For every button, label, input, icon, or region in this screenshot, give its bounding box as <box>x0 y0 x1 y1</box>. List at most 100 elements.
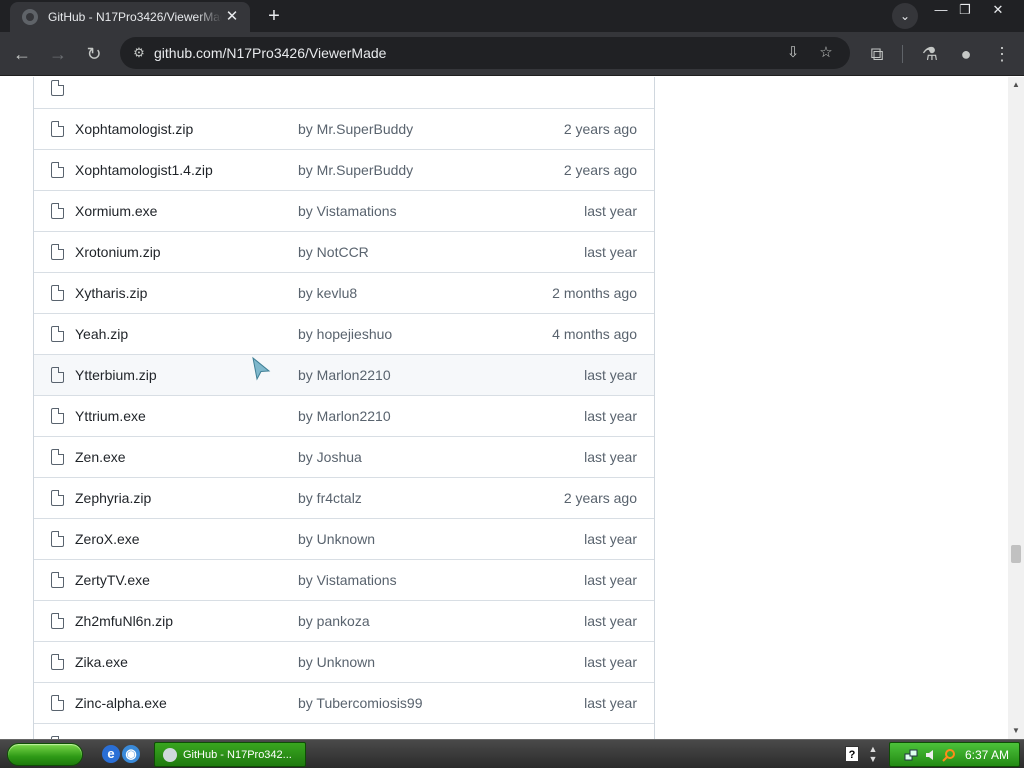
file-name-link[interactable]: Zinc-alpha.exe <box>75 695 167 711</box>
chrome-icon <box>163 747 177 762</box>
file-timestamp: last year <box>584 408 637 424</box>
table-row[interactable]: Xophtamologist1.4.zip by Mr.SuperBuddy 2 y… <box>34 149 654 190</box>
file-name-link[interactable]: Ytterbium.zip <box>75 367 157 383</box>
file-commit-message[interactable]: by fr4ctalz <box>298 490 362 506</box>
file-name-link[interactable]: Zika.exe <box>75 654 128 670</box>
site-info-icon[interactable]: ⚙ <box>128 42 150 64</box>
taskbar-button-label: GitHub - N17Pro342... <box>183 748 292 761</box>
windows-taskbar: e ◉ GitHub - N17Pro342... ? ▲ ▼ 6:37 AM <box>0 739 1024 768</box>
profile-icon[interactable]: ● <box>952 40 980 68</box>
file-name-link[interactable]: Xormium.exe <box>75 203 157 219</box>
file-name-link[interactable]: Xophtamologist.zip <box>75 121 193 137</box>
file-timestamp: last year <box>584 695 637 711</box>
file-icon <box>51 408 64 424</box>
file-timestamp: last year <box>584 531 637 547</box>
file-icon <box>51 326 64 342</box>
file-icon <box>51 162 64 178</box>
file-icon <box>51 695 64 711</box>
file-name-link[interactable]: ZeroX.exe <box>75 531 140 547</box>
file-name-link[interactable]: Yeah.zip <box>75 326 128 342</box>
file-commit-message[interactable]: by Marlon2210 <box>298 408 391 424</box>
restore-button[interactable]: ❐ <box>950 0 980 22</box>
scroll-thumb[interactable] <box>1011 545 1021 563</box>
url-text[interactable]: github.com/N17Pro3426/ViewerMade <box>154 45 386 61</box>
table-row[interactable]: Zh2mfuNl6n.zip by pankoza last year <box>34 600 654 641</box>
scroll-up-arrow[interactable]: ▲ <box>1008 77 1024 93</box>
file-commit-message[interactable]: by Vistamations <box>298 572 397 588</box>
labs-icon[interactable]: ⚗ <box>916 40 944 68</box>
file-commit-message[interactable]: by pankoza <box>298 613 370 629</box>
table-row[interactable]: ZeroX.exe by Unknown last year <box>34 518 654 559</box>
file-timestamp: last year <box>584 572 637 588</box>
start-button[interactable] <box>7 743 83 766</box>
file-icon <box>51 490 64 506</box>
file-icon <box>51 244 64 260</box>
scroll-down-arrow[interactable]: ▼ <box>1008 723 1024 739</box>
file-name-link[interactable]: Yttrium.exe <box>75 408 146 424</box>
tray-expand-icon[interactable]: ▲ ▼ <box>866 744 880 764</box>
table-row[interactable]: Xophtamologist.zip by Mr.SuperBuddy 2 year… <box>34 108 654 149</box>
file-icon <box>51 613 64 629</box>
browser-tab[interactable]: GitHub - N17Pro3426/ViewerMade ✕ <box>10 2 250 32</box>
table-row[interactable]: Zinc-alpha.exe by Tubercomiosis99 last yea… <box>34 682 654 723</box>
file-commit-message[interactable]: by Unknown <box>298 654 375 670</box>
close-window-button[interactable]: ✕ <box>983 0 1013 22</box>
file-commit-message[interactable]: by Tubercomiosis99 <box>298 695 423 711</box>
file-commit-message[interactable]: by Mr.SuperBuddy <box>298 162 413 178</box>
table-row[interactable]: Zen.exe by Joshua last year <box>34 436 654 477</box>
file-commit-message[interactable]: by kevlu8 <box>298 285 357 301</box>
file-name-link[interactable]: ZertyTV.exe <box>75 572 150 588</box>
table-row[interactable]: Yttrium.exe by Marlon2210 last year <box>34 395 654 436</box>
search-icon[interactable] <box>942 748 956 762</box>
table-row[interactable]: Xytharis.zip by kevlu8 2 months ago <box>34 272 654 313</box>
file-commit-message[interactable]: by hopejieshuo <box>298 326 392 342</box>
file-timestamp: last year <box>584 203 637 219</box>
bookmark-star-icon[interactable]: ☆ <box>815 42 837 64</box>
help-icon[interactable]: ? <box>845 746 859 762</box>
network-icon[interactable] <box>904 748 918 762</box>
internet-explorer-icon[interactable]: e <box>102 745 120 763</box>
tab-close-icon[interactable]: ✕ <box>222 7 242 27</box>
forward-button[interactable]: → <box>44 40 72 68</box>
tab-search-button[interactable]: ⌄ <box>892 3 918 29</box>
file-icon <box>51 654 64 670</box>
reload-button[interactable]: ↻ <box>80 40 108 68</box>
file-commit-message[interactable]: by Vistamations <box>298 203 397 219</box>
new-tab-button[interactable]: + <box>262 5 286 29</box>
table-row[interactable]: Zinc-alpha2.exeby Tubercomiosis99last ye… <box>34 723 654 739</box>
table-row[interactable]: ZertyTV.exe by Vistamations last year <box>34 559 654 600</box>
page-scrollbar[interactable]: ▲ ▼ <box>1008 77 1024 739</box>
tab-strip: GitHub - N17Pro3426/ViewerMade ✕ + ⌄ — ❐… <box>0 0 1024 32</box>
file-timestamp: last year <box>584 654 637 670</box>
file-list: Xophtamologist.zip by Mr.SuperBuddy 2 year… <box>33 77 655 739</box>
quick-launch-icon[interactable]: ◉ <box>122 745 140 763</box>
back-button[interactable]: ← <box>8 40 36 68</box>
extensions-icon[interactable]: ⧉ <box>863 40 891 68</box>
file-icon <box>51 531 64 547</box>
volume-icon[interactable] <box>924 748 938 762</box>
file-name-link[interactable]: Zen.exe <box>75 449 126 465</box>
toolbar-divider <box>902 45 903 63</box>
file-name-link[interactable]: Zephyria.zip <box>75 490 151 506</box>
table-row[interactable]: Zika.exe by Unknown last year <box>34 641 654 682</box>
file-name-link[interactable]: Xytharis.zip <box>75 285 147 301</box>
table-row[interactable]: Ytterbium.zip by Marlon2210 last year <box>34 354 654 395</box>
tab-title: GitHub - N17Pro3426/ViewerMade <box>48 10 222 24</box>
table-row[interactable]: Yeah.zip by hopejieshuo 4 months ago <box>34 313 654 354</box>
file-commit-message[interactable]: by Joshua <box>298 449 362 465</box>
menu-icon[interactable]: ⋮ <box>988 40 1016 68</box>
file-name-link[interactable]: Zh2mfuNl6n.zip <box>75 613 173 629</box>
file-name-link[interactable]: Xrotonium.zip <box>75 244 161 260</box>
file-timestamp: 4 months ago <box>552 326 637 342</box>
address-bar[interactable]: ⚙ github.com/N17Pro3426/ViewerMade ⇩ ☆ <box>120 37 850 69</box>
install-app-icon[interactable]: ⇩ <box>782 42 804 64</box>
taskbar-button-browser[interactable]: GitHub - N17Pro342... <box>154 742 306 767</box>
file-commit-message[interactable]: by Unknown <box>298 531 375 547</box>
file-commit-message[interactable]: by Mr.SuperBuddy <box>298 121 413 137</box>
file-commit-message[interactable]: by Marlon2210 <box>298 367 391 383</box>
file-commit-message[interactable]: by NotCCR <box>298 244 369 260</box>
file-name-link[interactable]: Xophtamologist1.4.zip <box>75 162 213 178</box>
table-row[interactable]: Xormium.exe by Vistamations last year <box>34 190 654 231</box>
table-row[interactable]: Zephyria.zip by fr4ctalz 2 years ago <box>34 477 654 518</box>
table-row[interactable]: Xrotonium.zip by NotCCR last year <box>34 231 654 272</box>
